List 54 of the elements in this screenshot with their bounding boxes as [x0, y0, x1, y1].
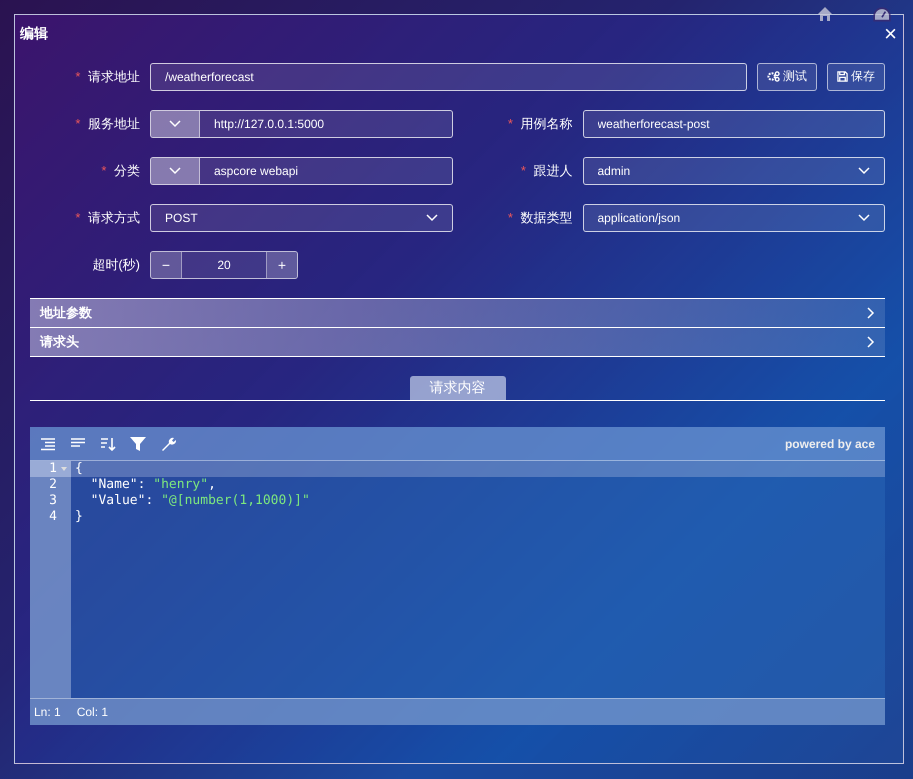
required-asterisk: * [508, 116, 513, 130]
code-editor[interactable]: powered by ace 1 2 3 4 { "Name": "henry", "Value": "@[number(1,1000)]" } Ln: 1 Col: 1 [30, 427, 885, 725]
chevron-down-icon [858, 214, 870, 222]
dialog-title: 编辑 [20, 25, 48, 43]
number-field[interactable]: 20 [181, 252, 267, 278]
decrement-button[interactable]: − [151, 252, 181, 278]
filter-icon[interactable] [130, 436, 146, 450]
field-label: 请求地址 [88, 68, 140, 84]
select-field[interactable]: admin [582, 156, 885, 184]
indent-icon[interactable] [40, 436, 56, 450]
save-button[interactable]: 保存 [827, 62, 885, 90]
line-number: 3 [48, 493, 58, 509]
collapse-panel-header[interactable]: 地址参数 [30, 299, 885, 328]
sort-icon[interactable] [100, 436, 116, 450]
field-label: 超时(秒) [92, 256, 140, 272]
increment-button[interactable]: + [267, 252, 297, 278]
chevron-down-icon [169, 120, 181, 128]
field-label: 数据类型 [520, 210, 572, 224]
field-label: 跟进人 [534, 162, 572, 178]
powered-by-text: powered by ace [784, 436, 875, 450]
combo-field[interactable]: http://127.0.0.1:5000 [150, 110, 452, 138]
test-button[interactable]: 测试 [757, 62, 817, 90]
code-line: } [74, 509, 84, 525]
field-label: 用例名称 [520, 116, 572, 130]
line-number: 4 [48, 509, 58, 525]
status-text: Col: 1 [76, 705, 108, 719]
field-label: 分类 [114, 162, 140, 178]
combo-field[interactable]: aspcore webapi [150, 156, 452, 184]
required-asterisk: * [75, 210, 80, 224]
text-field[interactable]: weatherforecast-post [582, 110, 885, 138]
wrench-icon[interactable] [160, 436, 176, 452]
select-field[interactable]: application/json [582, 204, 885, 232]
code-line: "Name": "henry", [90, 477, 217, 493]
field-label: 服务地址 [88, 116, 140, 130]
close-button[interactable]: × [884, 23, 897, 45]
home-icon[interactable] [817, 6, 833, 22]
required-asterisk: * [508, 210, 513, 224]
required-asterisk: * [75, 116, 80, 130]
chevron-down-icon [858, 166, 870, 174]
code-line: "Value": "@[number(1,1000)]" [90, 493, 311, 509]
required-asterisk: * [75, 68, 80, 84]
collapse-panel-header[interactable]: 请求头 [30, 328, 885, 357]
dashboard-icon[interactable] [873, 6, 891, 24]
chevron-down-icon [169, 166, 181, 174]
required-asterisk: * [101, 162, 106, 178]
url-field[interactable]: /weatherforecast [150, 62, 747, 90]
line-number: 2 [48, 477, 58, 493]
status-text: Ln: 1 [34, 705, 61, 719]
chevron-down-icon [426, 214, 438, 222]
required-asterisk: * [520, 162, 526, 178]
gears-icon [767, 71, 780, 82]
field-label: 请求方式 [88, 210, 140, 224]
select-field[interactable]: POST [150, 204, 452, 232]
line-number: 1 [30, 461, 71, 477]
